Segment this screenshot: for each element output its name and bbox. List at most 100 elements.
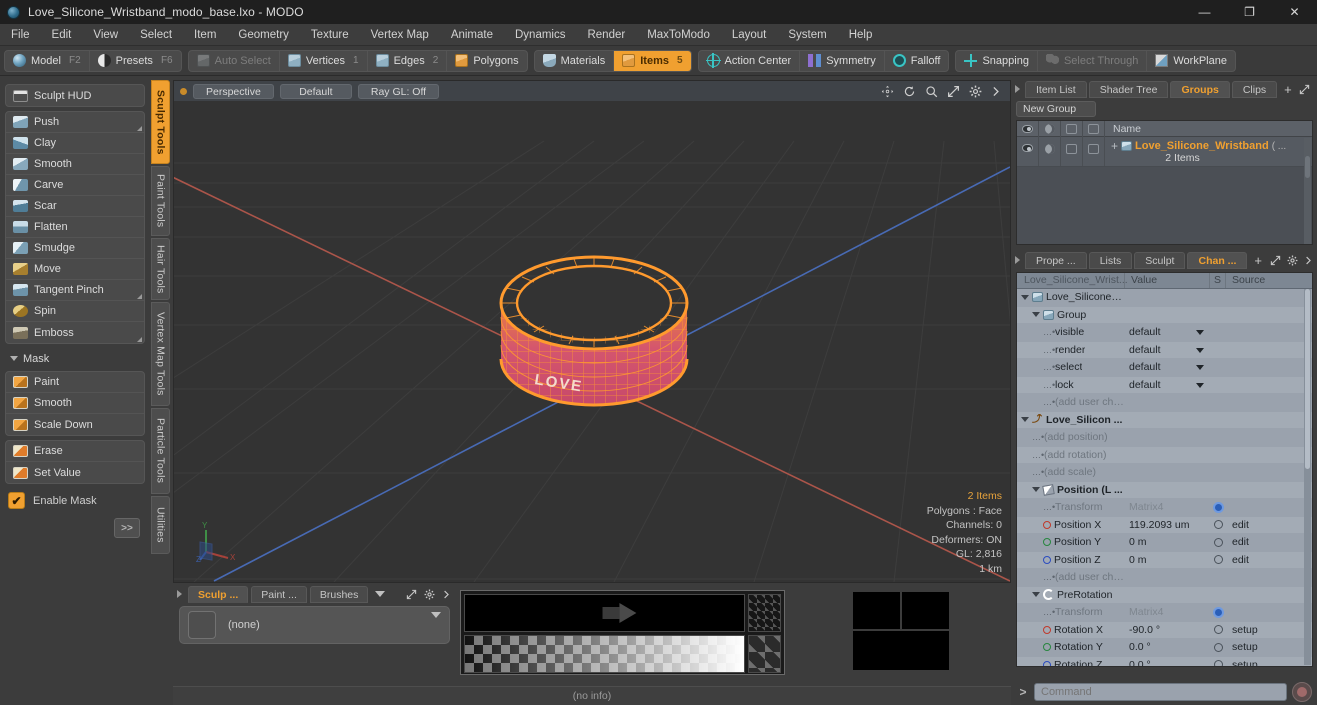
twist-down-icon[interactable] (1021, 417, 1029, 423)
viewport-view-mode[interactable]: Perspective (193, 83, 274, 99)
channel-state-cell[interactable] (1210, 537, 1226, 547)
groups-scrollbar[interactable] (1304, 138, 1311, 244)
channel-row[interactable]: PreRotation (1017, 586, 1312, 604)
zoom-icon[interactable] (925, 85, 938, 98)
channel-row[interactable]: ⤴ Love_Silicon ... (1017, 411, 1312, 429)
caret-down-icon[interactable] (375, 591, 386, 597)
circle-icon[interactable] (1213, 625, 1223, 635)
groups-list[interactable]: Name + Love_Silicone_Wristband ( ... 2 I… (1016, 120, 1313, 245)
channels-tab-1[interactable]: Lists (1088, 251, 1133, 269)
gear-blue-icon[interactable] (1212, 606, 1224, 618)
channel-row[interactable]: …• (add scale) (1017, 464, 1312, 482)
twist-down-icon[interactable] (1032, 487, 1040, 493)
sculpt-tool-clay[interactable]: Clay (6, 133, 144, 154)
channel-row[interactable]: …• (add rotation) (1017, 446, 1312, 464)
row-expander[interactable]: + (1111, 140, 1118, 152)
groups-tab-1[interactable]: Shader Tree (1088, 80, 1169, 98)
chevron-right-icon[interactable] (1304, 255, 1312, 266)
gradient-swatch[interactable] (748, 635, 781, 673)
chevron-down-icon[interactable] (1196, 382, 1204, 388)
channel-value-cell[interactable]: 0 m (1125, 554, 1210, 566)
channels-list[interactable]: Love_Silicone_Wrist... Value S Source Lo… (1016, 272, 1313, 667)
secondary-preview[interactable] (790, 590, 1012, 675)
sculpt-tool-push[interactable]: Push (6, 112, 144, 133)
channels-scroll-thumb[interactable] (1305, 289, 1310, 469)
toolbar-button-symmetry[interactable]: Symmetry (800, 50, 885, 71)
brush-selector[interactable]: (none) (179, 606, 450, 644)
channel-state-cell[interactable] (1210, 501, 1226, 513)
toolbar-button-snapping[interactable]: Snapping (956, 50, 1038, 71)
menu-help[interactable]: Help (838, 24, 884, 46)
channel-state-cell[interactable] (1210, 625, 1226, 635)
sculpt-tool-tangent-pinch[interactable]: Tangent Pinch (6, 280, 144, 301)
close-button[interactable]: ✕ (1272, 0, 1317, 24)
viewport-canvas[interactable]: LOVE Y X Z 2 Items Polygons : Face Chann… (174, 101, 1010, 582)
menu-system[interactable]: System (777, 24, 837, 46)
tool-tab-particle-tools[interactable]: Particle Tools (151, 408, 170, 494)
fit-icon[interactable] (947, 85, 960, 98)
channel-row[interactable]: …• select default (1017, 359, 1312, 377)
mask-section-header[interactable]: Mask (5, 350, 145, 367)
sculpt-tool-spin[interactable]: Spin (6, 301, 144, 322)
toolbar-button-action-center[interactable]: Action Center (699, 50, 801, 71)
toolbar-button-presets[interactable]: Presets F6 (90, 51, 181, 71)
chevron-down-icon[interactable] (1196, 330, 1204, 336)
row-visibility-toggle[interactable] (1017, 137, 1039, 166)
brush-dropdown-icon[interactable] (431, 612, 441, 618)
channel-row[interactable]: Rotation X -90.0 ° setup (1017, 621, 1312, 639)
menu-item[interactable]: Item (183, 24, 227, 46)
twist-down-icon[interactable] (1032, 312, 1040, 318)
options-corner-icon[interactable] (137, 126, 142, 131)
menu-animate[interactable]: Animate (440, 24, 504, 46)
chevron-right-icon[interactable] (442, 589, 450, 600)
channel-value-cell[interactable]: default (1125, 379, 1210, 391)
channel-row[interactable]: …• (add position) (1017, 429, 1312, 447)
row-lock-toggle[interactable] (1061, 137, 1083, 166)
channel-value-cell[interactable]: 0.0 ° (1125, 641, 1210, 653)
toolbar-button-workplane[interactable]: WorkPlane (1147, 51, 1235, 71)
channel-state-cell[interactable] (1210, 520, 1226, 530)
mask-tool-smooth[interactable]: Smooth (6, 393, 144, 414)
panel-menu-icon[interactable] (1015, 85, 1020, 93)
row-select-toggle[interactable] (1083, 137, 1105, 166)
viewport-shading-mode[interactable]: Default (279, 83, 352, 99)
toolbar-button-items[interactable]: Items 5 (614, 50, 691, 71)
toolbar-button-materials[interactable]: Materials (535, 50, 615, 71)
channel-row[interactable]: Rotation Y 0.0 ° setup (1017, 639, 1312, 657)
channel-value-cell[interactable]: default (1125, 326, 1210, 338)
channel-row[interactable]: Position Z 0 m edit (1017, 551, 1312, 569)
sculpt-tool-scar[interactable]: Scar (6, 196, 144, 217)
sculpt-tool-move[interactable]: Move (6, 259, 144, 280)
options-corner-icon[interactable] (137, 337, 142, 342)
falloff-preview[interactable] (464, 594, 745, 632)
toolbar-button-edges[interactable]: Edges 2 (368, 50, 448, 71)
menu-dynamics[interactable]: Dynamics (504, 24, 576, 46)
tool-tab-sculpt-tools[interactable]: Sculpt Tools (151, 80, 170, 164)
channel-value-cell[interactable]: default (1125, 361, 1210, 373)
channel-value-cell[interactable]: 0 m (1125, 536, 1210, 548)
menu-layout[interactable]: Layout (721, 24, 778, 46)
gear-icon[interactable] (1287, 255, 1298, 266)
sculpt-tool-smooth[interactable]: Smooth (6, 154, 144, 175)
mask-tool-paint[interactable]: Paint (6, 372, 144, 393)
mask-tool-set-value[interactable]: Set Value (6, 462, 144, 483)
menu-texture[interactable]: Texture (300, 24, 360, 46)
menu-vertex-map[interactable]: Vertex Map (360, 24, 440, 46)
channel-row[interactable]: Position (L ... (1017, 481, 1312, 499)
chevron-down-icon[interactable] (1196, 347, 1204, 353)
gradient-preview[interactable] (464, 635, 745, 673)
options-corner-icon[interactable] (137, 294, 142, 299)
command-input[interactable] (1034, 682, 1287, 701)
sculpt-tool-carve[interactable]: Carve (6, 175, 144, 196)
groups-list-empty-area[interactable] (1017, 167, 1312, 244)
viewport-raygl-toggle[interactable]: Ray GL: Off (357, 83, 440, 99)
sculpt-tool-emboss[interactable]: Emboss (6, 322, 144, 343)
channel-row[interactable]: …• (add user ch ... (1017, 394, 1312, 412)
expand-icon[interactable] (406, 589, 417, 600)
tool-tab-utilities[interactable]: Utilities (151, 496, 170, 554)
mask-tool-erase[interactable]: Erase (6, 441, 144, 462)
table-row[interactable]: + Love_Silicone_Wristband ( ... 2 Items (1017, 137, 1312, 167)
expand-icon[interactable] (1299, 84, 1310, 95)
expand-panel-button[interactable]: >> (114, 518, 140, 538)
chevron-down-icon[interactable] (1196, 365, 1204, 371)
